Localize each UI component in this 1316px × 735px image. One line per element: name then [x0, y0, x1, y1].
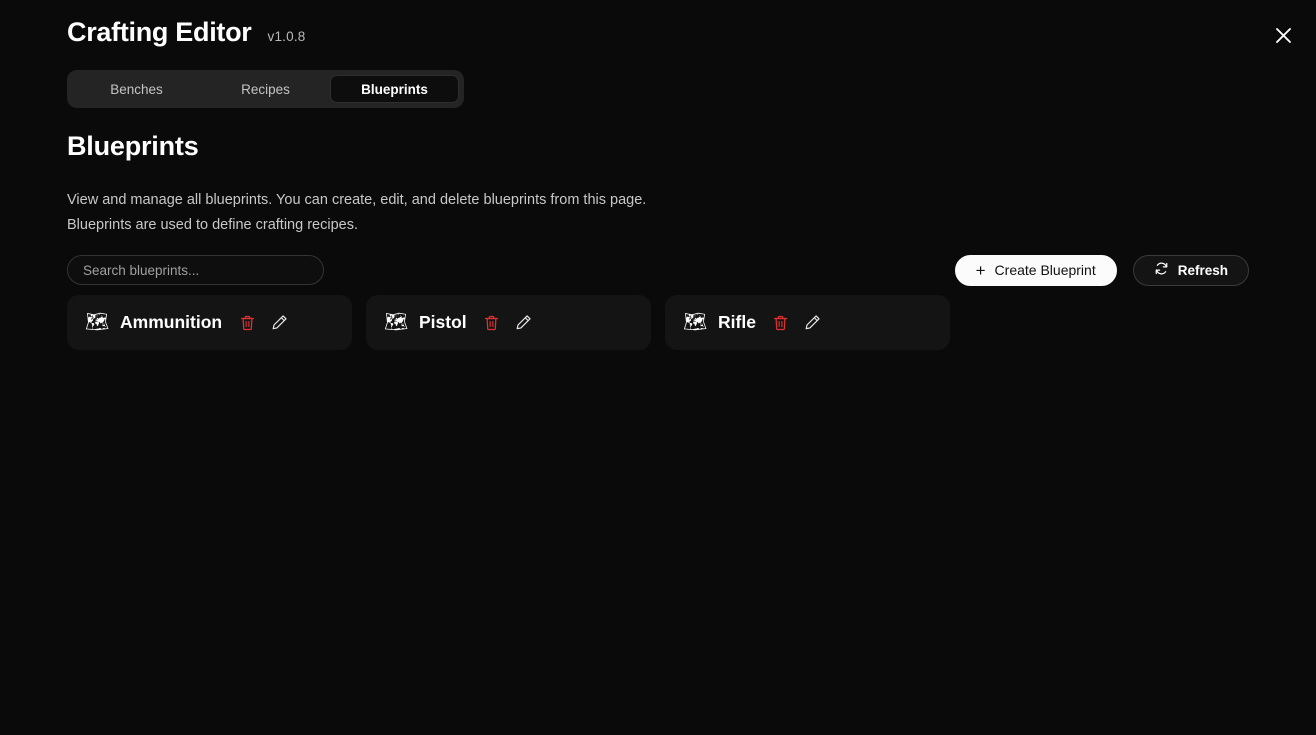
blueprint-name: Pistol [419, 312, 467, 332]
trash-icon [240, 315, 255, 331]
refresh-button[interactable]: Refresh [1132, 254, 1249, 286]
toolbar: + Create Blueprint Refresh [67, 254, 1249, 286]
edit-blueprint-button[interactable] [513, 312, 535, 334]
blueprint-name: Ammunition [120, 312, 223, 332]
page-title: Blueprints [67, 131, 199, 161]
blueprint-card[interactable]: 🗺 Ammunition [67, 295, 352, 350]
pencil-icon [515, 314, 532, 331]
tab-benches[interactable]: Benches [72, 75, 201, 103]
app-version: v1.0.8 [267, 29, 306, 44]
page-description-line-1: View and manage all blueprints. You can … [67, 192, 647, 208]
blueprint-book-icon: 🗺 [383, 312, 409, 333]
edit-blueprint-button[interactable] [802, 312, 824, 334]
blueprint-card[interactable]: 🗺 Rifle [665, 295, 950, 350]
page-description-line-2: Blueprints are used to define crafting r… [67, 216, 358, 233]
tab-recipes[interactable]: Recipes [201, 75, 330, 103]
edit-blueprint-button[interactable] [268, 312, 290, 334]
create-blueprint-label: Create Blueprint [994, 262, 1096, 278]
search-input[interactable] [67, 255, 324, 285]
tab-bar: Benches Recipes Blueprints [67, 70, 464, 108]
crafting-editor-window: Crafting Editor v1.0.8 Benches Recipes B… [0, 0, 1316, 735]
toolbar-actions: + Create Blueprint Refresh [954, 254, 1249, 286]
blueprint-card-actions [481, 312, 535, 334]
page-description: View and manage all blueprints. You can … [67, 188, 646, 237]
pencil-icon [804, 314, 821, 331]
blueprint-card-actions [770, 312, 824, 334]
delete-blueprint-button[interactable] [481, 312, 503, 334]
create-blueprint-button[interactable]: + Create Blueprint [954, 254, 1117, 286]
close-button[interactable] [1264, 16, 1302, 54]
plus-icon: + [975, 260, 986, 280]
trash-icon [773, 315, 788, 331]
app-title: Crafting Editor [67, 17, 252, 47]
pencil-icon [271, 314, 288, 331]
tab-blueprints[interactable]: Blueprints [330, 75, 459, 103]
blueprint-book-icon: 🗺 [682, 312, 708, 333]
blueprint-book-icon: 🗺 [84, 312, 110, 333]
blueprint-list: 🗺 Ammunition 🗺 Pistol 🗺 Rifle [67, 295, 1249, 350]
delete-blueprint-button[interactable] [770, 312, 792, 334]
trash-icon [484, 315, 499, 331]
blueprint-card[interactable]: 🗺 Pistol [366, 295, 651, 350]
blueprint-card-actions [236, 312, 290, 334]
delete-blueprint-button[interactable] [236, 312, 258, 334]
window-header: Crafting Editor v1.0.8 [67, 17, 306, 48]
close-x-icon [1274, 26, 1293, 45]
refresh-icon [1154, 261, 1169, 279]
blueprint-name: Rifle [718, 312, 756, 332]
refresh-label: Refresh [1177, 262, 1228, 278]
